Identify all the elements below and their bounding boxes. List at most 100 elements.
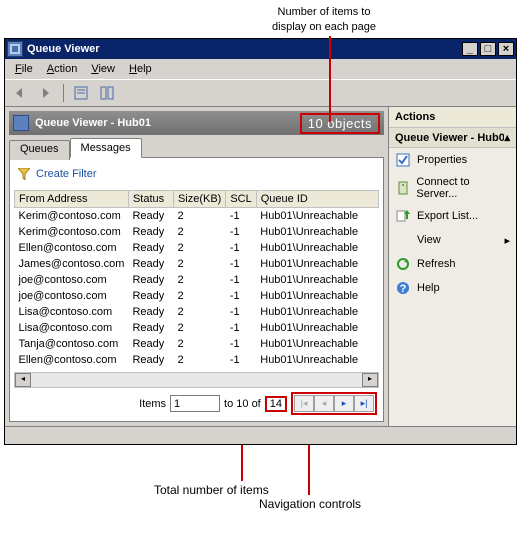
table-row[interactable]: joe@contoso.comReady2-1Hub01\Unreachable — [15, 288, 379, 304]
callout-line-nav — [308, 445, 310, 495]
nav-last-button[interactable]: ▸| — [354, 395, 374, 412]
cell-status: Ready — [128, 224, 173, 240]
toolbar — [5, 79, 516, 107]
collapse-icon[interactable]: ▴ — [504, 131, 510, 144]
properties-icon — [395, 152, 411, 168]
cell-qid: Hub01\Unreachable — [256, 208, 378, 225]
create-filter-link[interactable]: Create Filter — [14, 162, 379, 190]
col-status[interactable]: Status — [128, 191, 173, 208]
cell-from: Kerim@contoso.com — [15, 208, 129, 225]
action-connect[interactable]: Connect to Server... — [389, 172, 516, 204]
status-bar — [5, 426, 516, 444]
action-export[interactable]: Export List... — [389, 204, 516, 228]
action-properties[interactable]: Properties — [389, 148, 516, 172]
forward-button[interactable] — [35, 82, 57, 104]
nav-next-button[interactable]: ▸ — [334, 395, 354, 412]
cell-status: Ready — [128, 240, 173, 256]
cell-qid: Hub01\Unreachable — [256, 304, 378, 320]
toolbar-divider — [63, 84, 64, 102]
cell-scl: -1 — [226, 224, 256, 240]
actions-pane: Actions Queue Viewer - Hub01 ▴ Propertie… — [388, 107, 516, 426]
cell-from: Tanja@contoso.com — [15, 336, 129, 352]
action-view[interactable]: View ▸ — [389, 228, 516, 252]
col-scl[interactable]: SCL — [226, 191, 256, 208]
annotation-top: Number of items to display on each page — [234, 4, 414, 34]
cell-scl: -1 — [226, 352, 256, 368]
toolbar-btn-1[interactable] — [70, 82, 92, 104]
queue-icon — [13, 115, 29, 131]
table-row[interactable]: joe@contoso.comReady2-1Hub01\Unreachable — [15, 272, 379, 288]
scroll-right-icon[interactable]: ▸ — [362, 373, 378, 387]
cell-size: 2 — [173, 224, 225, 240]
menu-action[interactable]: Action — [41, 61, 84, 77]
server-icon — [395, 180, 410, 196]
table-row[interactable]: Tanja@contoso.comReady2-1Hub01\Unreachab… — [15, 336, 379, 352]
cell-size: 2 — [173, 288, 225, 304]
cell-qid: Hub01\Unreachable — [256, 224, 378, 240]
menu-view[interactable]: View — [85, 61, 121, 77]
menu-help[interactable]: Help — [123, 61, 158, 77]
cell-from: Lisa@contoso.com — [15, 320, 129, 336]
table-row[interactable]: Kerim@contoso.comReady2-1Hub01\Unreachab… — [15, 208, 379, 225]
table-row[interactable]: James@contoso.comReady2-1Hub01\Unreachab… — [15, 256, 379, 272]
table-row[interactable]: Lisa@contoso.comReady2-1Hub01\Unreachabl… — [15, 304, 379, 320]
cell-size: 2 — [173, 352, 225, 368]
tab-queues[interactable]: Queues — [9, 140, 70, 160]
tab-body: Create Filter From Address Status Size(K… — [9, 157, 384, 422]
actions-subheader: Queue Viewer - Hub01 ▴ — [389, 128, 516, 148]
pager: Items to 10 of 14 |◂ ◂ ▸ ▸| — [14, 388, 379, 417]
window-title: Queue Viewer — [27, 43, 460, 55]
annotation-nav: Navigation controls — [259, 497, 361, 511]
svg-text:?: ? — [400, 283, 407, 295]
pager-input[interactable] — [170, 395, 220, 412]
cell-status: Ready — [128, 208, 173, 225]
app-icon — [7, 41, 23, 57]
table-row[interactable]: Kerim@contoso.comReady2-1Hub01\Unreachab… — [15, 224, 379, 240]
cell-qid: Hub01\Unreachable — [256, 256, 378, 272]
actions-header: Actions — [389, 107, 516, 128]
menu-file[interactable]: File — [9, 61, 39, 77]
horizontal-scrollbar[interactable]: ◂ ▸ — [14, 372, 379, 388]
col-size[interactable]: Size(KB) — [173, 191, 225, 208]
cell-scl: -1 — [226, 336, 256, 352]
cell-from: Ellen@contoso.com — [15, 240, 129, 256]
nav-controls: |◂ ◂ ▸ ▸| — [291, 392, 377, 415]
toolbar-btn-2[interactable] — [96, 82, 118, 104]
annotation-total: Total number of items — [154, 483, 269, 497]
action-refresh[interactable]: Refresh — [389, 252, 516, 276]
nav-first-button[interactable]: |◂ — [294, 395, 314, 412]
submenu-arrow-icon: ▸ — [504, 234, 510, 247]
cell-scl: -1 — [226, 288, 256, 304]
nav-prev-button[interactable]: ◂ — [314, 395, 334, 412]
cell-scl: -1 — [226, 240, 256, 256]
export-icon — [395, 208, 411, 224]
title-bar: Queue Viewer _ □ × — [5, 39, 516, 59]
close-button[interactable]: × — [498, 42, 514, 56]
cell-size: 2 — [173, 208, 225, 225]
tab-messages[interactable]: Messages — [70, 138, 142, 158]
tabs: Queues Messages — [9, 138, 384, 158]
cell-status: Ready — [128, 320, 173, 336]
table-row[interactable]: Ellen@contoso.comReady2-1Hub01\Unreachab… — [15, 240, 379, 256]
minimize-button[interactable]: _ — [462, 42, 478, 56]
help-icon: ? — [395, 280, 411, 296]
cell-status: Ready — [128, 304, 173, 320]
cell-qid: Hub01\Unreachable — [256, 320, 378, 336]
col-from[interactable]: From Address — [15, 191, 129, 208]
cell-scl: -1 — [226, 256, 256, 272]
cell-qid: Hub01\Unreachable — [256, 272, 378, 288]
col-qid[interactable]: Queue ID — [256, 191, 378, 208]
back-button[interactable] — [9, 82, 31, 104]
table-row[interactable]: Lisa@contoso.comReady2-1Hub01\Unreachabl… — [15, 320, 379, 336]
refresh-icon — [395, 256, 411, 272]
cell-status: Ready — [128, 336, 173, 352]
object-count: 10 objects — [300, 113, 380, 134]
cell-qid: Hub01\Unreachable — [256, 336, 378, 352]
cell-scl: -1 — [226, 320, 256, 336]
scroll-left-icon[interactable]: ◂ — [15, 373, 31, 387]
maximize-button[interactable]: □ — [480, 42, 496, 56]
app-window: Queue Viewer _ □ × File Action View Help… — [4, 38, 517, 445]
action-help[interactable]: ? Help — [389, 276, 516, 300]
cell-size: 2 — [173, 272, 225, 288]
table-row[interactable]: Ellen@contoso.comReady2-1Hub01\Unreachab… — [15, 352, 379, 368]
